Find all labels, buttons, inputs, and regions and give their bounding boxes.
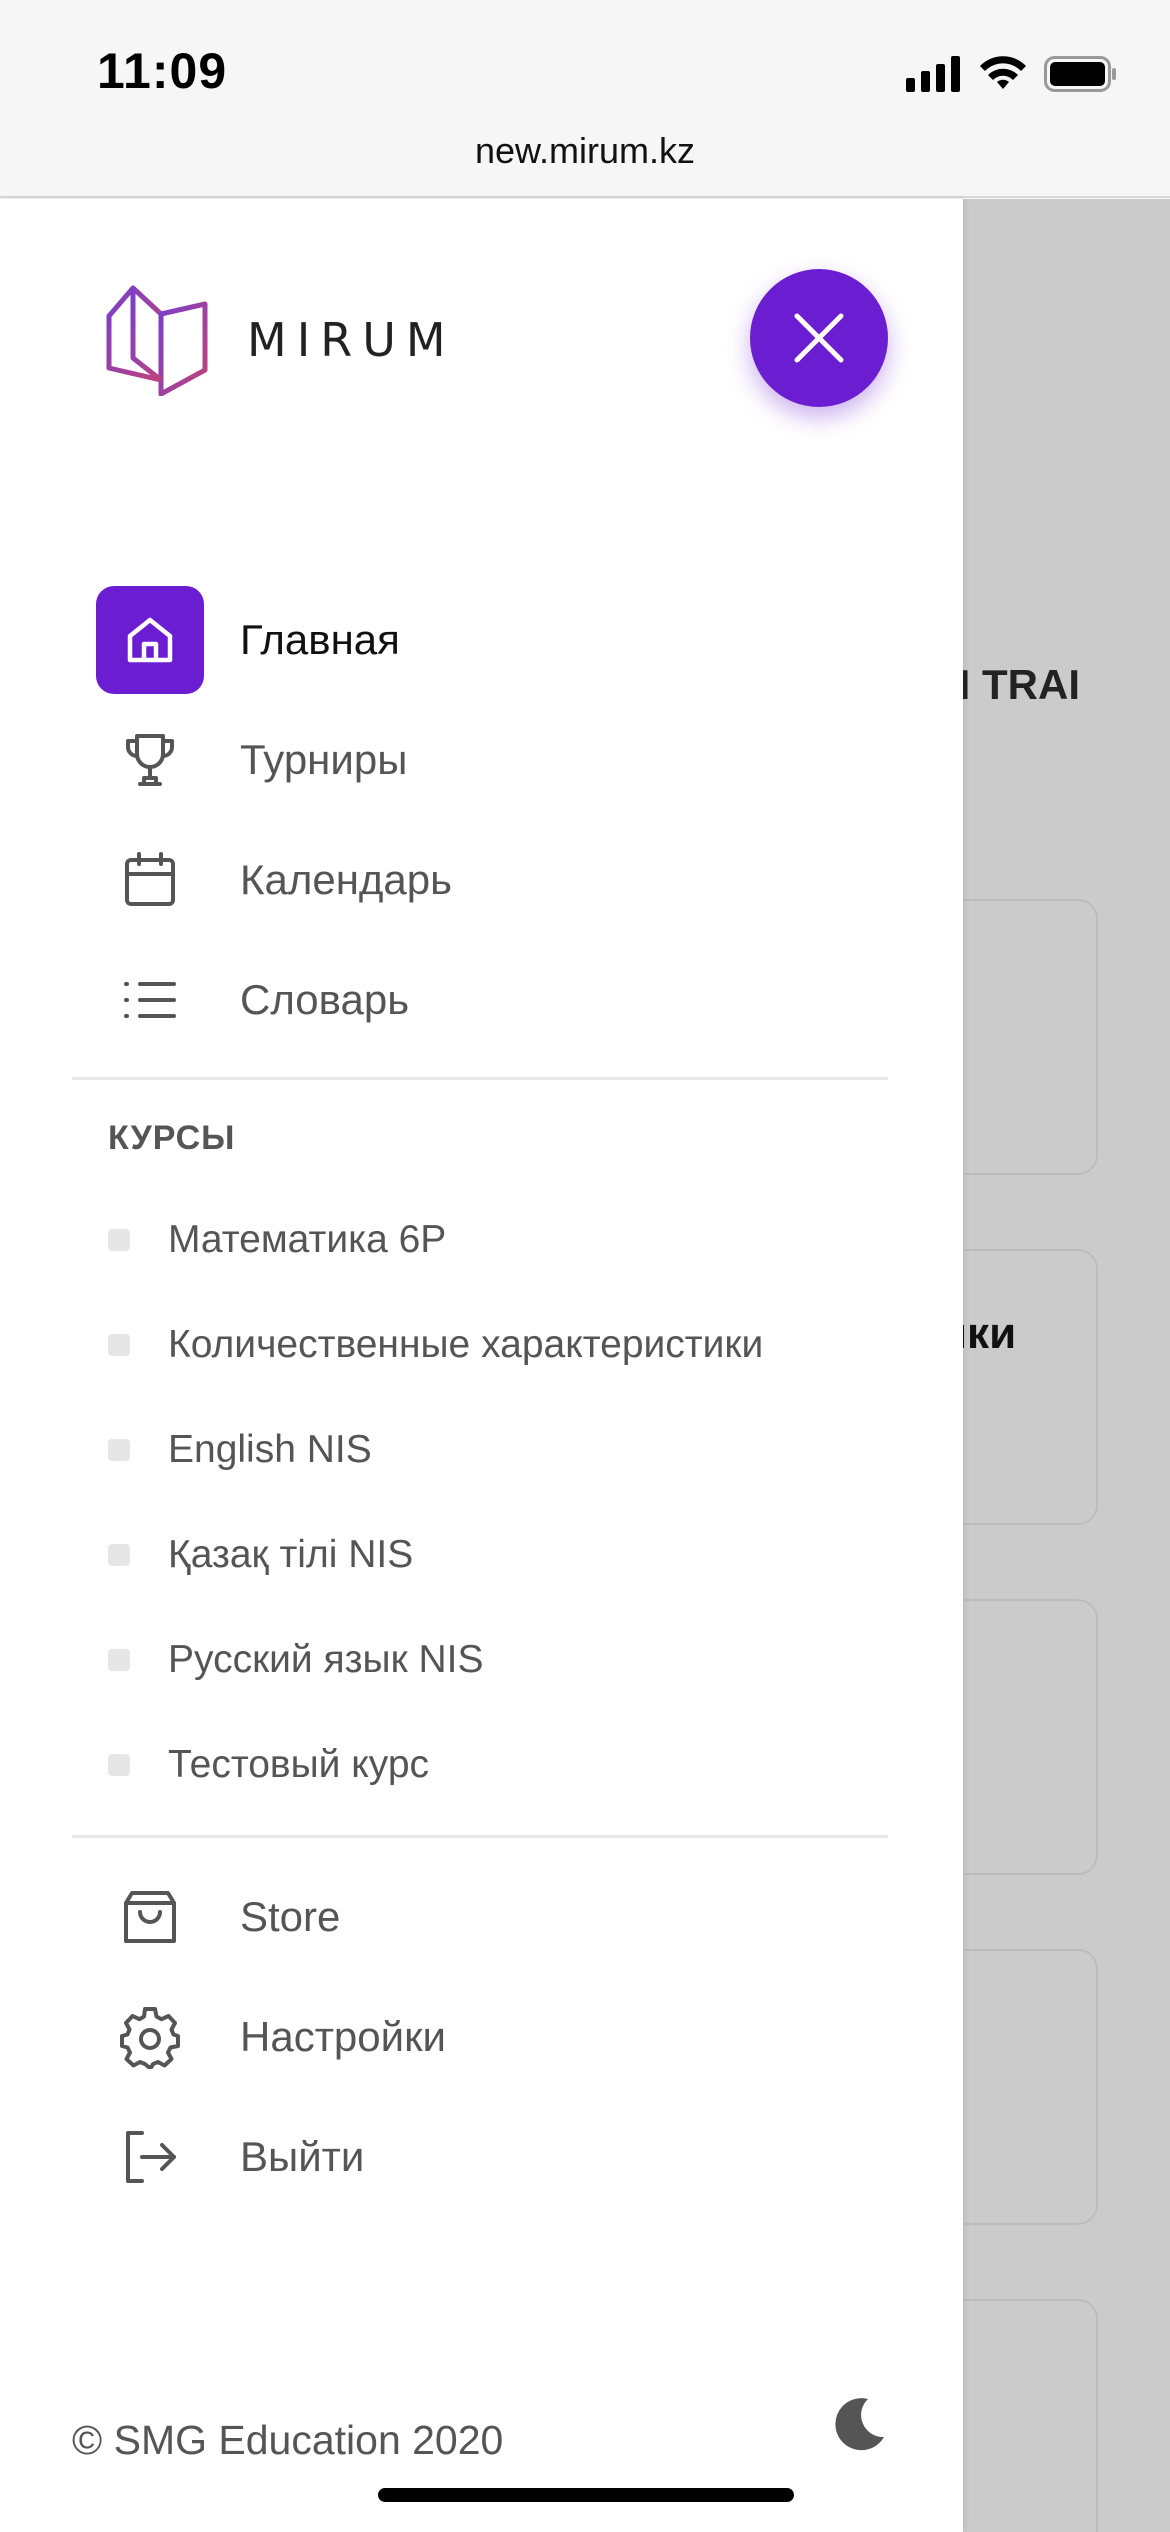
home-icon <box>127 617 173 663</box>
calendar-icon-wrapper <box>96 826 204 934</box>
logout-icon <box>126 2131 176 2183</box>
home-indicator[interactable] <box>378 2488 794 2502</box>
course-item[interactable]: Количественные характеристики <box>108 1315 763 1375</box>
nav-item-store[interactable]: Store <box>96 1863 340 1971</box>
url-text: new.mirum.kz <box>474 130 696 171</box>
close-menu-button[interactable] <box>750 269 888 407</box>
nav-item-settings[interactable]: Настройки <box>96 1983 446 2091</box>
calendar-icon <box>125 852 175 906</box>
course-bullet <box>108 1439 130 1461</box>
close-icon <box>794 313 844 363</box>
course-item[interactable]: Тестовый курс <box>108 1735 429 1795</box>
course-item[interactable]: Русский язык NIS <box>108 1630 484 1690</box>
cellular-signal-icon <box>906 56 960 92</box>
course-item[interactable]: Математика 6Р <box>108 1210 446 1270</box>
moon-icon[interactable] <box>828 2395 888 2455</box>
nav-label: Главная <box>240 616 400 663</box>
nav-item-calendar[interactable]: Календарь <box>96 826 452 934</box>
course-bullet <box>108 1229 130 1251</box>
shopping-bag-icon-wrapper <box>96 1863 204 1971</box>
mirum-logo[interactable]: MIRUM <box>105 284 456 396</box>
course-label: Русский язык NIS <box>168 1638 484 1681</box>
course-bullet <box>108 1649 130 1671</box>
course-label: Қазақ тілі NIS <box>168 1533 414 1576</box>
trophy-icon <box>126 734 174 786</box>
course-label: English NIS <box>168 1428 372 1471</box>
courses-section-title: КУРСЫ <box>108 1119 236 1157</box>
browser-url-bar[interactable]: new.mirum.kz <box>0 120 1170 198</box>
logout-icon-wrapper <box>96 2103 204 2211</box>
copyright-footer: © SMG Education 2020 <box>72 2417 504 2463</box>
course-bullet <box>108 1544 130 1566</box>
status-time: 11:09 <box>97 43 228 99</box>
nav-item-dictionary[interactable]: Словарь <box>96 946 409 1054</box>
course-item[interactable]: English NIS <box>108 1420 372 1480</box>
nav-item-tournaments[interactable]: Турниры <box>96 706 407 814</box>
divider <box>72 1077 888 1080</box>
logo-text: MIRUM <box>247 313 456 367</box>
nav-label: Настройки <box>240 2013 446 2060</box>
status-icons <box>906 52 1118 96</box>
course-item[interactable]: Қазақ тілі NIS <box>108 1525 413 1585</box>
nav-label: Календарь <box>240 856 452 903</box>
gear-icon <box>120 2007 180 2069</box>
list-icon-wrapper <box>96 946 204 1054</box>
wifi-icon <box>980 56 1026 89</box>
course-label: Математика 6Р <box>168 1218 447 1261</box>
status-bar: 11:09 <box>0 0 1170 140</box>
nav-label: Выйти <box>240 2133 365 2180</box>
battery-icon <box>1044 56 1116 92</box>
trophy-icon-wrapper <box>96 706 204 814</box>
shopping-bag-icon <box>124 1891 176 1943</box>
nav-label: Store <box>240 1893 341 1940</box>
nav-label: Словарь <box>240 976 410 1023</box>
course-label: Тестовый курс <box>168 1743 430 1786</box>
nav-item-logout[interactable]: Выйти <box>96 2103 364 2211</box>
home-icon-wrapper <box>96 586 204 694</box>
course-bullet <box>108 1334 130 1356</box>
mirum-logo-icon <box>106 285 208 396</box>
navigation-drawer: MIRUM Главная Турниры Календарь Словарь … <box>0 199 963 2532</box>
list-icon <box>124 982 176 1018</box>
gear-icon-wrapper <box>96 1983 204 2091</box>
nav-item-home[interactable]: Главная <box>96 586 400 694</box>
divider <box>72 1835 888 1838</box>
nav-label: Турниры <box>240 736 408 783</box>
course-bullet <box>108 1754 130 1776</box>
course-label: Количественные характеристики <box>168 1323 764 1366</box>
